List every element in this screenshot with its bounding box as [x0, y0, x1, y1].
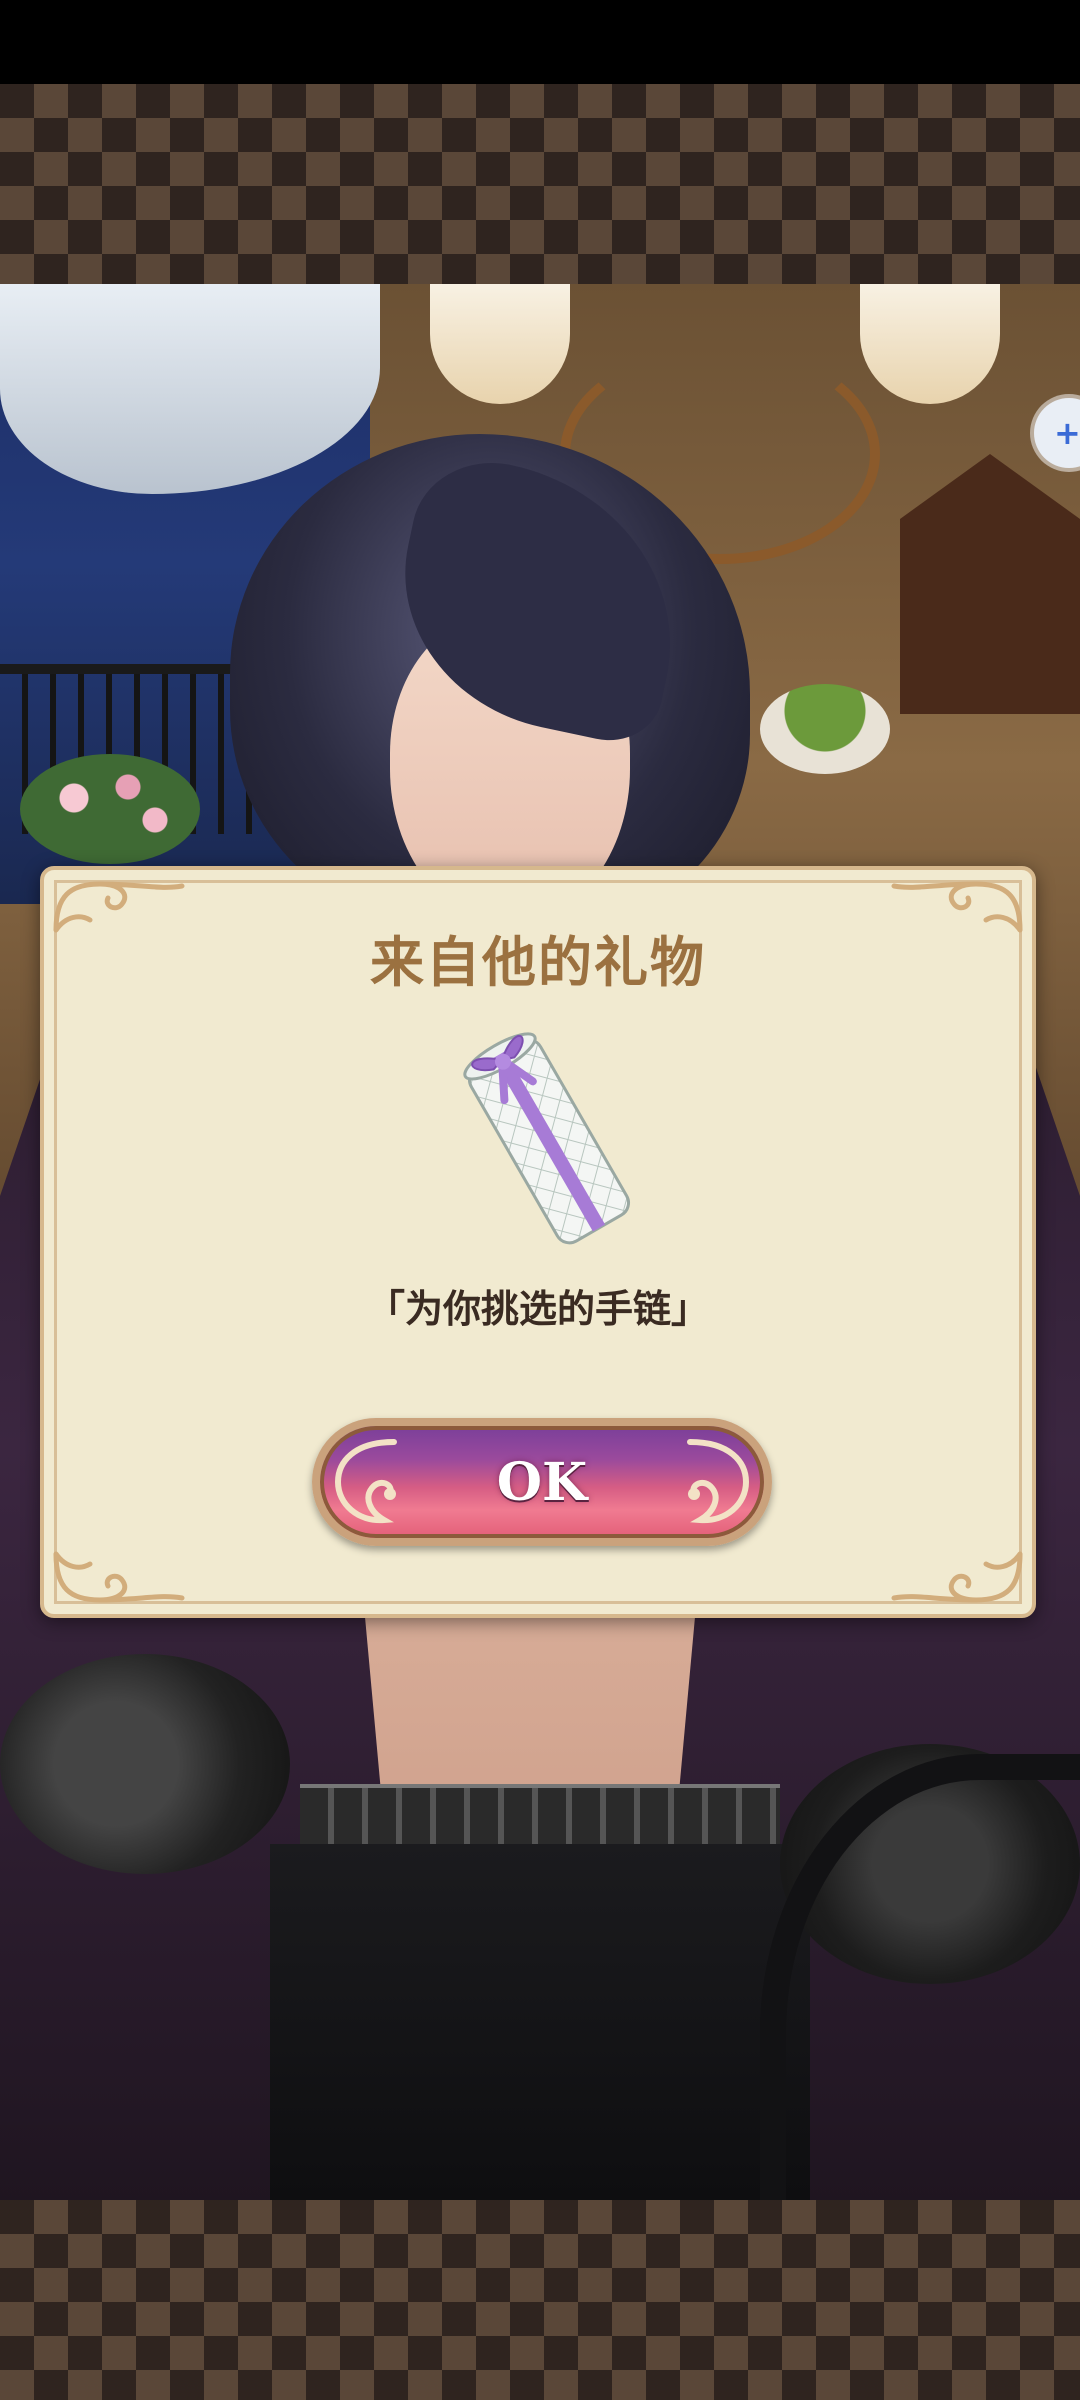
plus-icon: +	[1054, 414, 1080, 452]
gift-name: 「为你挑选的手链」	[366, 1286, 709, 1331]
status-bar	[0, 0, 1080, 84]
wrapped-gift-box-icon	[444, 1020, 664, 1260]
wall-lamp-right	[860, 284, 1000, 404]
bottom-pattern-banner	[0, 2200, 1080, 2400]
fur-cuff-left	[0, 1654, 290, 1874]
wall-lamp-left	[430, 284, 570, 404]
top-pattern-banner	[0, 84, 1080, 284]
hanging-plant	[760, 684, 890, 774]
cuckoo-clock	[900, 454, 1080, 714]
corner-ornament-icon	[50, 1548, 190, 1608]
character-pants	[270, 1844, 810, 2200]
character-belt	[300, 1784, 780, 1852]
gift-dialog: 来自他的礼物 「为你挑选的手链」 OK	[40, 866, 1036, 1618]
ok-button[interactable]: OK	[312, 1418, 772, 1546]
corner-ornament-icon	[886, 1548, 1026, 1608]
flower-pot	[20, 754, 200, 864]
ok-button-label: OK	[496, 1451, 588, 1513]
dialog-title: 来自他的礼物	[370, 930, 706, 994]
